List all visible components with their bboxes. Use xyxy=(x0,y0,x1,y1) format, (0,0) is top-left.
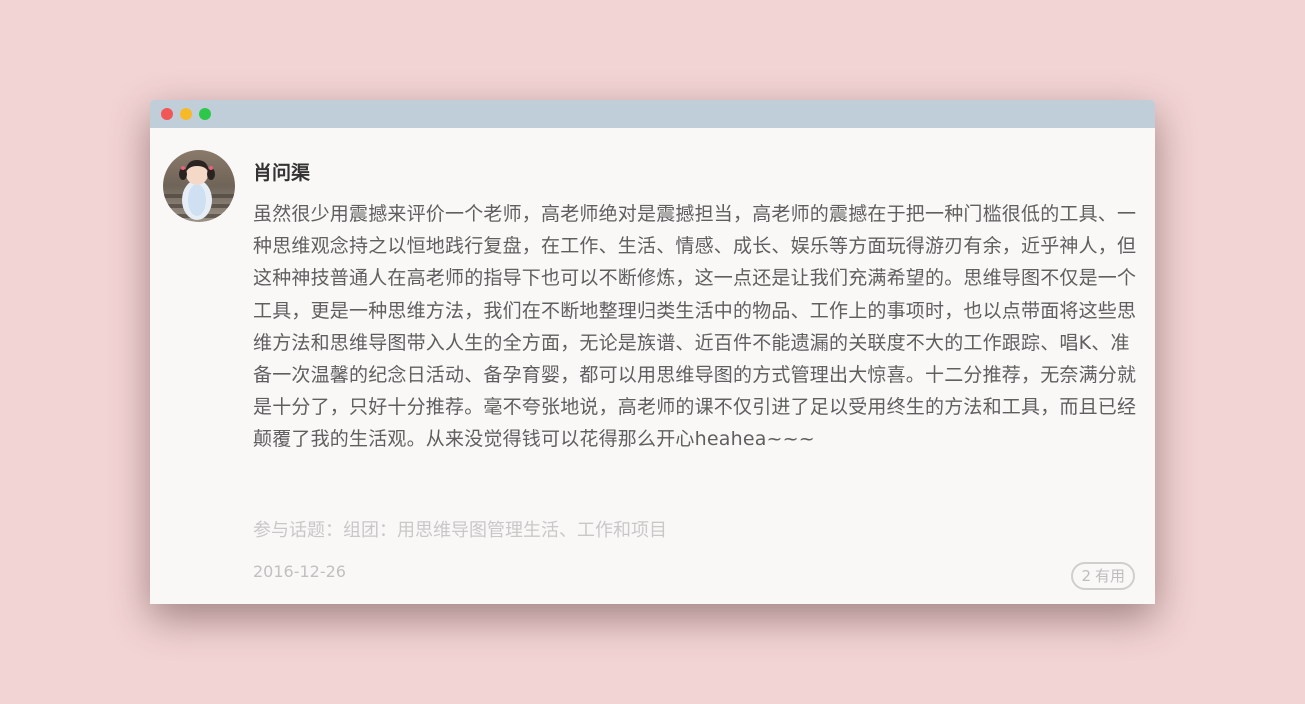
review-card: 肖问渠 虽然很少用震撼来评价一个老师，高老师绝对是震撼担当，高老师的震撼在于把一… xyxy=(150,128,1155,604)
review-body: 虽然很少用震撼来评价一个老师，高老师绝对是震撼担当，高老师的震撼在于把一种门槛很… xyxy=(253,203,1137,451)
useful-label: 有用 xyxy=(1094,567,1125,585)
window-close-button[interactable] xyxy=(161,108,173,120)
review-topic: 参与话题： 组团：用思维导图管理生活、工作和项目 xyxy=(253,516,667,542)
window-minimize-button[interactable] xyxy=(180,108,192,120)
avatar-image xyxy=(163,150,235,222)
useful-count: 2 xyxy=(1081,567,1091,585)
review-date: 2016-12-26 xyxy=(253,562,346,581)
topic-label: 参与话题： xyxy=(253,520,343,541)
topic-link[interactable]: 组团：用思维导图管理生活、工作和项目 xyxy=(343,516,667,542)
window-maximize-button[interactable] xyxy=(199,108,211,120)
avatar-photo-icon[interactable] xyxy=(163,150,235,222)
window-titlebar xyxy=(150,100,1155,128)
app-window: 肖问渠 虽然很少用震撼来评价一个老师，高老师绝对是震撼担当，高老师的震撼在于把一… xyxy=(150,100,1155,604)
review-author-name[interactable]: 肖问渠 xyxy=(253,158,310,185)
useful-button[interactable]: 2 有用 xyxy=(1071,562,1135,590)
